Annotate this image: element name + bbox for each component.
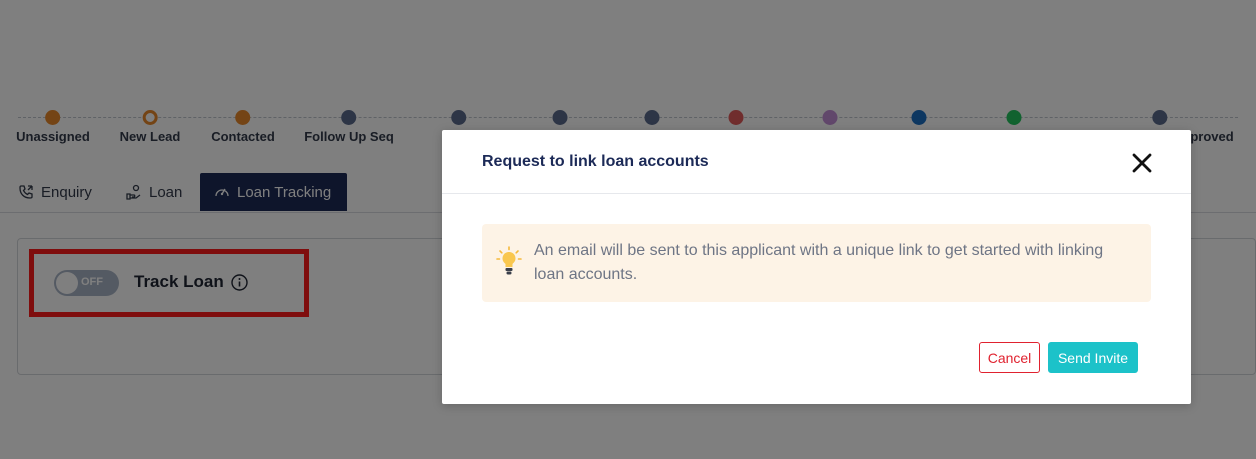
info-message-box: An email will be sent to this applicant … bbox=[482, 224, 1151, 302]
lightbulb-icon bbox=[496, 246, 522, 275]
close-icon[interactable] bbox=[1131, 152, 1153, 174]
modal-title: Request to link loan accounts bbox=[482, 153, 709, 170]
modal-header: Request to link loan accounts bbox=[442, 130, 1191, 194]
link-loan-modal: Request to link loan accounts An email w… bbox=[442, 130, 1191, 404]
info-message-text: An email will be sent to this applicant … bbox=[534, 242, 1104, 283]
cancel-button[interactable]: Cancel bbox=[979, 342, 1040, 373]
send-invite-button[interactable]: Send Invite bbox=[1048, 342, 1138, 373]
